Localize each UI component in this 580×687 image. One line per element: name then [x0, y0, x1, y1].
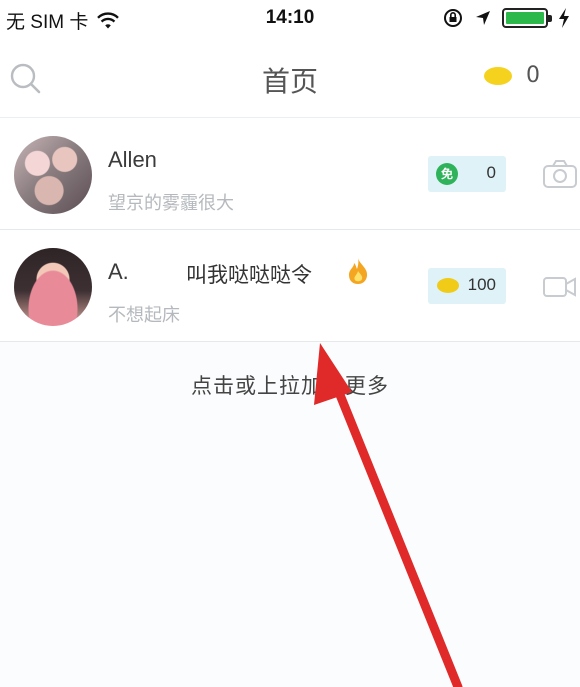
video-icon[interactable] [542, 272, 578, 302]
charging-bolt-icon [559, 8, 569, 28]
count-pill[interactable]: 免 0 [428, 156, 506, 192]
battery-tip [548, 15, 552, 22]
list-item[interactable]: Allen 望京的雾霾很大 免 0 [0, 118, 580, 230]
list-item[interactable]: A. 叫我哒哒哒令 不想起床 100 [0, 230, 580, 342]
coin-icon [484, 66, 512, 85]
contact-subtitle: 望京的雾霾很大 [108, 193, 234, 214]
location-arrow-icon [476, 11, 490, 25]
pill-count: 0 [486, 163, 496, 182]
nav-bar: 首页 0 [0, 36, 580, 118]
coin-icon [437, 278, 459, 293]
battery-icon [502, 8, 552, 28]
pill-count: 100 [467, 275, 496, 294]
fire-icon [349, 258, 368, 284]
free-badge: 免 [436, 163, 458, 185]
count-pill[interactable]: 100 [428, 268, 506, 304]
status-right [442, 7, 570, 29]
avatar[interactable] [14, 248, 92, 326]
coin-count: 0 [526, 63, 540, 88]
contact-name: A. [108, 259, 129, 284]
orientation-lock-icon [444, 9, 462, 27]
status-bar: 无 SIM 卡 14:10 [0, 0, 580, 36]
coin-balance[interactable]: 0 [484, 63, 540, 88]
camera-icon[interactable] [542, 159, 578, 189]
contact-status: 叫我哒哒哒令 [186, 263, 312, 287]
contact-name: Allen [108, 147, 157, 172]
avatar[interactable] [14, 136, 92, 214]
load-more-button[interactable]: 点击或上拉加载更多 [0, 370, 580, 400]
battery-level [506, 12, 544, 24]
contact-subtitle: 不想起床 [108, 305, 180, 326]
